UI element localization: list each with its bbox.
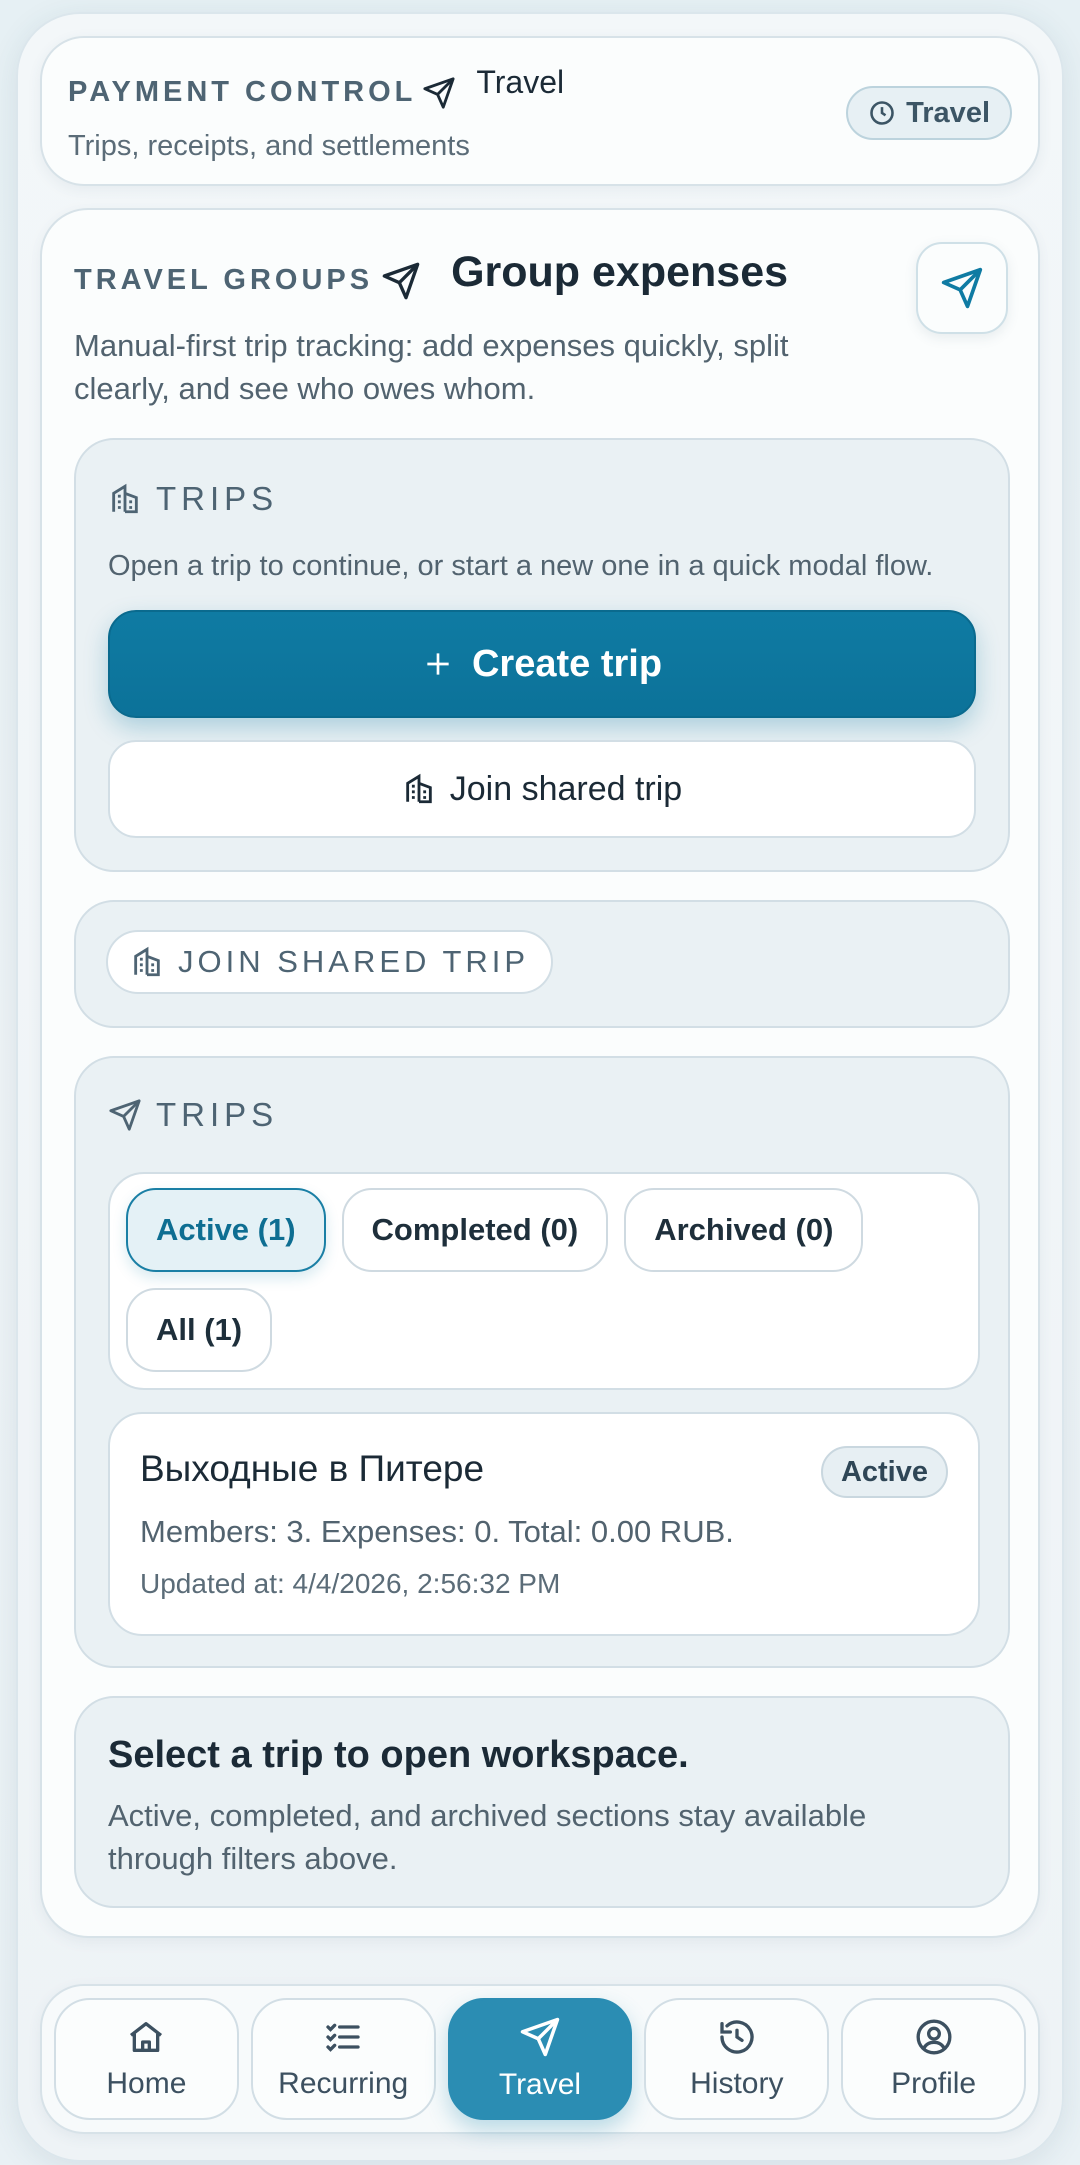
trip-card[interactable]: Выходные в Питере Active Members: 3. Exp… [108, 1412, 980, 1636]
trip-status-filters: Active (1) Completed (0) Archived (0) Al… [108, 1172, 980, 1390]
trip-status-badge: Active [820, 1446, 948, 1498]
paper-plane-icon [519, 2016, 561, 2058]
paper-plane-icon [422, 76, 456, 110]
create-trip-label: Create trip [471, 642, 663, 685]
nav-travel-label: Travel [498, 2068, 582, 2101]
nav-travel[interactable]: Travel [447, 1998, 633, 2120]
nav-home[interactable]: Home [54, 1998, 239, 2120]
nav-history[interactable]: History [644, 1998, 830, 2120]
join-shared-trip-label: Join shared trip [449, 769, 683, 808]
workspace-hint: Select a trip to open workspace. Active,… [74, 1696, 1010, 1908]
list-check-icon [323, 2017, 363, 2057]
groups-description: Manual-first trip tracking: add expenses… [74, 328, 789, 406]
trip-summary: Members: 3. Expenses: 0. Total: 0.00 RUB… [140, 1514, 734, 1549]
bottom-nav: Home Recurring Travel History Profile [40, 1984, 1040, 2134]
trips-panel-description: Open a trip to continue, or start a new … [108, 550, 934, 582]
nav-home-label: Home [106, 2067, 187, 2100]
paper-plane-icon [381, 261, 421, 301]
trips-list-label: TRIPS [108, 1096, 278, 1134]
join-shared-trip-section: JOIN SHARED TRIP [74, 900, 1010, 1028]
trips-panel: TRIPS Open a trip to continue, or start … [74, 438, 1010, 872]
groups-title: Group expenses [451, 248, 789, 296]
trips-list-section: TRIPS Active (1) Completed (0) Archived … [74, 1056, 1010, 1668]
header-eyebrow: PAYMENT CONTROL [68, 76, 417, 108]
nav-recurring-label: Recurring [278, 2067, 409, 2100]
plus-icon [422, 648, 454, 680]
join-shared-trip-toggle-label: JOIN SHARED TRIP [178, 944, 530, 979]
create-trip-button[interactable]: Create trip [108, 610, 976, 718]
trip-updated-at: Updated at: 4/4/2026, 2:56:32 PM [140, 1568, 561, 1599]
nav-profile[interactable]: Profile [841, 1998, 1026, 2120]
nav-history-label: History [690, 2067, 784, 2100]
nav-profile-label: Profile [891, 2067, 977, 2100]
share-button[interactable] [916, 242, 1008, 334]
building-icon [130, 945, 164, 979]
filter-active[interactable]: Active (1) [126, 1188, 326, 1272]
section-badge-label: Travel [906, 96, 990, 129]
join-shared-trip-toggle[interactable]: JOIN SHARED TRIP [106, 930, 554, 994]
history-icon [717, 2017, 757, 2057]
trips-panel-label: TRIPS [108, 480, 278, 518]
workspace-hint-description: Active, completed, and archived sections… [108, 1798, 867, 1876]
workspace-hint-title: Select a trip to open workspace. [108, 1734, 689, 1776]
filter-archived[interactable]: Archived (0) [624, 1188, 864, 1272]
header-subtitle: Trips, receipts, and settlements [68, 130, 470, 162]
user-circle-icon [914, 2017, 954, 2057]
trips-panel-label-text: TRIPS [156, 480, 279, 517]
home-icon [126, 2017, 166, 2057]
travel-groups-card: TRAVEL GROUPS Group expenses Manual-firs… [40, 208, 1040, 1938]
filter-all[interactable]: All (1) [126, 1288, 273, 1372]
nav-recurring[interactable]: Recurring [250, 1998, 436, 2120]
paper-plane-icon [108, 1098, 142, 1132]
join-shared-trip-button[interactable]: Join shared trip [108, 740, 976, 838]
header-title: Travel [476, 64, 565, 100]
page-header: PAYMENT CONTROL Travel Trips, receipts, … [40, 36, 1040, 186]
filter-completed[interactable]: Completed (0) [341, 1188, 609, 1272]
paper-plane-icon [940, 266, 984, 310]
trips-list-label-text: TRIPS [156, 1096, 279, 1133]
building-icon [402, 772, 436, 806]
groups-eyebrow: TRAVEL GROUPS [74, 264, 374, 296]
section-badge: Travel [846, 86, 1012, 140]
clock-icon [868, 99, 896, 127]
trip-name: Выходные в Питере [140, 1448, 485, 1489]
building-icon [108, 482, 142, 516]
